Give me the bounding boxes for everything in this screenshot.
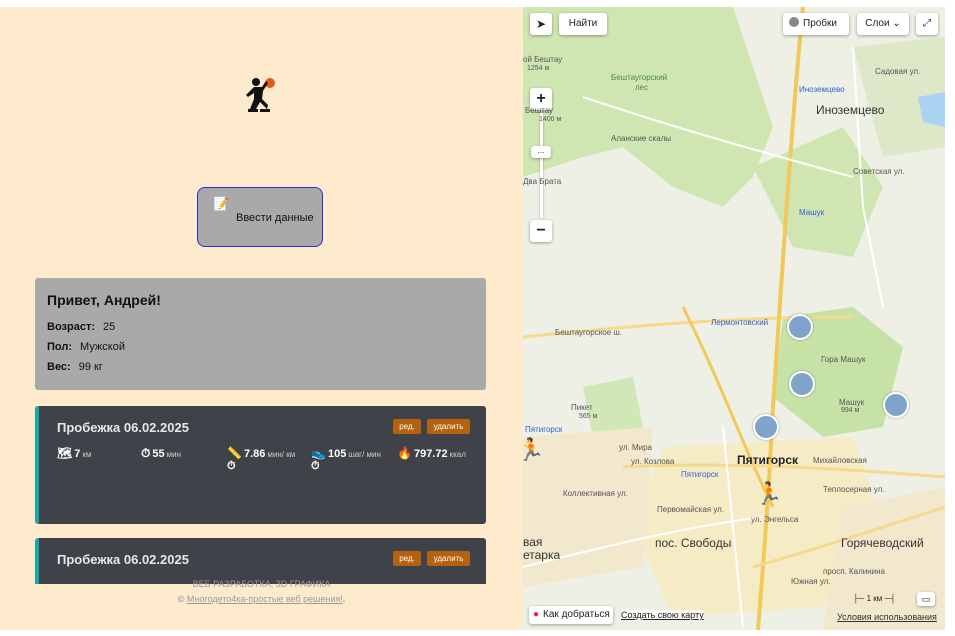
runs-list[interactable]: Пробежка 06.02.2025 ред. удалить 🗺 7 км ⏱ 5…: [35, 406, 486, 584]
scale-bar: ├─ 1 км ─┤: [853, 594, 896, 603]
map-label: просп. Калинина: [823, 567, 886, 576]
map-label: Южная ул.: [791, 577, 831, 586]
fire-icon: 🔥: [397, 446, 412, 460]
profile-card: Привет, Андрей! Возраст: 25 Пол: Мужской В…: [35, 278, 486, 390]
stopwatch-icon: ⏱: [141, 446, 151, 460]
ruler-icon[interactable]: ▭: [917, 592, 935, 606]
terms-link[interactable]: Условия использования: [837, 612, 937, 622]
footer-link[interactable]: Многодето4ка-простые веб решения!: [187, 594, 343, 604]
map-label: ул. Мира: [619, 443, 652, 452]
stopwatch-icon: ⏱: [311, 460, 320, 472]
time-stat: ⏱ 55 мин: [141, 446, 182, 460]
place-photo-pin[interactable]: [789, 371, 815, 397]
map-label: 565 м: [579, 413, 598, 420]
run-title: Пробежка 06.02.2025: [57, 420, 189, 435]
create-map-link[interactable]: Создать свою карту: [621, 610, 704, 620]
map-route-icon: 🗺: [57, 446, 73, 460]
map-label: Машук: [799, 208, 825, 217]
runner-marker-icon[interactable]: 🏃: [523, 437, 544, 463]
traffic-button[interactable]: Пробки: [783, 13, 849, 35]
ruler-icon: 📏: [227, 446, 242, 460]
calories-stat: 🔥 797.72 ккал: [397, 446, 466, 460]
traffic-light-icon: [789, 17, 799, 27]
map-label: ой Бештау: [523, 55, 563, 64]
route-button[interactable]: ● Как добраться: [529, 606, 613, 624]
location-pin-icon: ●: [533, 609, 540, 620]
place-photo-pin[interactable]: [787, 314, 813, 340]
map-label: Бештаугорское ш.: [555, 328, 623, 337]
sex-row: Пол: Мужской: [47, 341, 125, 353]
map-label: Коллективная ул.: [563, 489, 628, 498]
map-label: 1254 м: [527, 65, 550, 72]
map-label: пос. Свободы: [655, 536, 732, 550]
delete-button[interactable]: удалить: [427, 551, 470, 566]
map-label: Гора Машук: [821, 355, 866, 364]
footer-tagline: ВЕБ РАЗРАБОТКА, 3D ГРАФИКА: [192, 579, 331, 589]
map-label: ул. Энгельса: [751, 515, 799, 524]
distance-stat: 🗺 7 км: [57, 446, 92, 460]
map-label: Бештаугорский: [611, 73, 668, 82]
map-label: етарка: [523, 548, 561, 562]
run-card: Пробежка 06.02.2025 ред. удалить: [35, 538, 486, 584]
map-label: Теплосерная ул.: [823, 485, 885, 494]
map-label: вая: [523, 535, 543, 549]
find-button[interactable]: Найти: [559, 13, 607, 35]
enter-data-button[interactable]: 📝 Ввести данные: [197, 187, 323, 247]
left-panel: 📝 Ввести данные Привет, Андрей! Возраст:…: [0, 7, 523, 630]
map[interactable]: ➤ Найти Пробки Слои ⌄ ⤢ + ... − ой Бешта…: [523, 7, 945, 630]
age-row: Возраст: 25: [47, 321, 116, 333]
place-photo-pin[interactable]: [753, 414, 779, 440]
map-label: Бештау: [525, 106, 554, 115]
cadence-stat: 👟 105 шаг/ мин ⏱: [311, 446, 391, 473]
map-label: Садовая ул.: [875, 67, 921, 76]
run-title: Пробежка 06.02.2025: [57, 552, 189, 567]
map-label: Лермонтовский: [711, 318, 769, 327]
delete-button[interactable]: удалить: [427, 419, 470, 434]
map-label: 994 м: [841, 407, 860, 414]
edit-button[interactable]: ред.: [393, 551, 421, 566]
map-label: Пикет: [571, 403, 593, 412]
map-label: Горячеводский: [841, 536, 924, 550]
map-label: Пятигорск: [737, 453, 799, 467]
map-label: Иноземцево: [799, 85, 845, 94]
footer-copyright: © Многодето4ка-простые веб решения!.: [177, 594, 346, 604]
layers-button[interactable]: Слои ⌄: [857, 13, 909, 35]
pace-stat: 📏 7.86 мин/ км ⏱: [227, 446, 307, 473]
map-label: Пятигорск: [681, 470, 719, 479]
weight-row: Вес: 99 кг: [47, 361, 103, 373]
map-label: Пятигорск: [525, 425, 563, 434]
fullscreen-icon[interactable]: ⤢: [916, 13, 938, 35]
map-label: Первомайская ул.: [657, 505, 725, 514]
notepad-icon: 📝: [213, 196, 230, 211]
runner-marker-icon[interactable]: 🏃: [755, 481, 782, 507]
sneaker-icon: 👟: [311, 446, 326, 460]
stopwatch-icon: ⏱: [227, 460, 236, 472]
map-label: Михайловская: [813, 456, 867, 465]
map-label: 1400 м: [539, 116, 562, 123]
map-label: Аланские скалы: [611, 134, 672, 143]
runner-dribbling-icon: [246, 78, 275, 112]
chevron-down-icon: ⌄: [892, 18, 901, 29]
map-label: Иноземцево: [816, 103, 885, 117]
enter-data-label: Ввести данные: [236, 212, 314, 224]
zoom-slider-handle[interactable]: ...: [531, 146, 551, 158]
zoom-out-button[interactable]: −: [530, 220, 552, 242]
zoom-slider-track[interactable]: [540, 113, 543, 218]
geolocation-arrow-icon[interactable]: ➤: [530, 13, 552, 35]
map-label: ул. Козлова: [631, 457, 675, 466]
run-card: Пробежка 06.02.2025 ред. удалить 🗺 7 км ⏱ 5…: [35, 406, 486, 524]
edit-button[interactable]: ред.: [393, 419, 421, 434]
map-label: Машук: [839, 398, 865, 407]
greeting: Привет, Андрей!: [47, 292, 161, 308]
map-label: лес: [635, 83, 649, 92]
map-label: Два Брата: [523, 177, 562, 186]
map-label: Советская ул.: [853, 167, 905, 176]
place-photo-pin[interactable]: [883, 392, 909, 418]
